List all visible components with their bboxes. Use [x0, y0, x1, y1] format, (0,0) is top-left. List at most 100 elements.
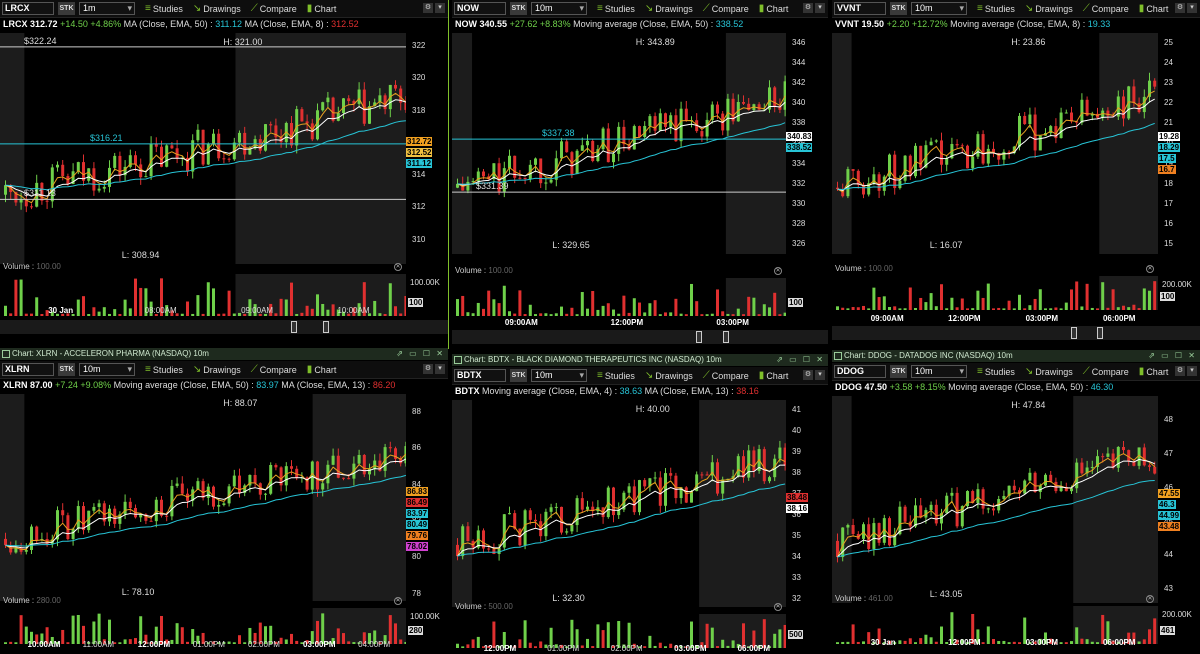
volume-plot[interactable]	[452, 614, 786, 648]
volume-plot[interactable]	[452, 278, 786, 316]
price-plot[interactable]: H: 23.86 L: 16.07	[832, 33, 1158, 254]
chart-panel-ddog[interactable]: Chart: DDOG - DATADOG INC (NASDAQ) 10m ⇗ …	[832, 350, 1200, 654]
time-axis[interactable]: 10:00AM 11:00AM 12:00PM 01:00PM 02:00PM 03:00…	[0, 640, 406, 652]
drawings-button[interactable]: ↘ Drawings	[193, 3, 241, 14]
close-volume-icon[interactable]: ✕	[1146, 265, 1154, 273]
close-volume-icon[interactable]: ✕	[774, 603, 782, 611]
symbol-input[interactable]: DDOG	[834, 365, 886, 378]
close-volume-icon[interactable]: ✕	[394, 597, 402, 605]
window-controls-icon[interactable]: ⇗ ▭ ☐ ✕	[776, 354, 825, 366]
studies-button[interactable]: ≡ Studies	[597, 370, 635, 381]
studies-button[interactable]: ≡ Studies	[977, 366, 1015, 377]
settings-icon[interactable]: ⚙	[1175, 366, 1185, 376]
price-plot[interactable]: H: 88.07 L: 78.10	[0, 394, 406, 601]
price-axis[interactable]: 346344342340338336334332330328326340.833…	[786, 33, 828, 254]
interval-select[interactable]: 10m	[911, 365, 967, 378]
interval-select[interactable]: 10m	[79, 363, 135, 376]
time-scrollbar[interactable]	[452, 330, 828, 344]
scroll-handle-right[interactable]	[322, 321, 329, 333]
menu-dropdown-icon[interactable]: ▾	[435, 364, 445, 374]
price-axis[interactable]: 4140393837363534333238.4838.16	[786, 400, 828, 607]
symbol-input[interactable]: XLRN	[2, 363, 54, 376]
price-plot[interactable]: H: 40.00 L: 32.30	[452, 400, 786, 607]
volume-plot[interactable]	[0, 608, 406, 644]
scroll-handle-left[interactable]	[291, 321, 298, 333]
scroll-handle-left[interactable]	[1071, 327, 1078, 339]
chart-type-button[interactable]: ▮ Chart	[1139, 3, 1169, 14]
symbol-input[interactable]: BDTX	[454, 369, 506, 382]
price-axis[interactable]: 322320318316314312310312.72312.52311.12	[406, 33, 448, 264]
menu-dropdown-icon[interactable]: ▾	[435, 3, 445, 13]
compare-button[interactable]: ⟋ Compare	[251, 3, 297, 14]
symbol-input[interactable]: LRCX	[2, 2, 54, 15]
drawings-button[interactable]: ↘ Drawings	[193, 364, 241, 375]
price-axis[interactable]: 48 47 46 45 44 43 47.55 46.3 44.99 43.48	[1158, 396, 1200, 603]
close-volume-icon[interactable]: ✕	[774, 267, 782, 275]
interval-select[interactable]: 1m	[79, 2, 135, 15]
menu-dropdown-icon[interactable]: ▾	[815, 3, 825, 13]
compare-button[interactable]: ⟋ Compare	[703, 3, 749, 14]
price-level-label[interactable]: $337.38	[542, 128, 575, 138]
volume-plot[interactable]	[832, 276, 1158, 310]
price-plot[interactable]: $322.24 $316.21 $311.13 H: 321.00 L: 308.94	[0, 33, 406, 264]
chart-type-button[interactable]: ▮ Chart	[759, 370, 789, 381]
drawings-button[interactable]: ↘ Drawings	[645, 3, 693, 14]
window-controls-icon[interactable]: ⇗ ▭ ☐ ✕	[1148, 350, 1197, 362]
window-title-bar[interactable]: Chart: BDTX - BLACK DIAMOND THERAPEUTICS…	[452, 354, 828, 366]
time-axis[interactable]: 12:00PM 01:00PM 02:00PM 03:00PM 06:00PM	[452, 644, 786, 654]
chart-panel-bdtx[interactable]: Chart: BDTX - BLACK DIAMOND THERAPEUTICS…	[452, 354, 828, 654]
security-type-badge[interactable]: STK	[58, 363, 75, 376]
compare-button[interactable]: ⟋ Compare	[1083, 3, 1129, 14]
studies-button[interactable]: ≡ Studies	[597, 3, 635, 14]
time-axis[interactable]: 30 Jan 08:00AM 09:00AM 10:00AM	[0, 306, 406, 318]
compare-button[interactable]: ⟋ Compare	[251, 364, 297, 375]
price-axis[interactable]: 88868482807886.8386.4983.9780.4979.7678.…	[406, 394, 448, 601]
drawings-button[interactable]: ↘ Drawings	[1025, 366, 1073, 377]
security-type-badge[interactable]: STK	[510, 2, 527, 15]
compare-button[interactable]: ⟋ Compare	[1083, 366, 1129, 377]
symbol-input[interactable]: NOW	[454, 2, 506, 15]
chart-panel-vvnt[interactable]: VVNT STK 10m ≡Studies ↘Drawings ⟋Compare ▮Char…	[832, 0, 1200, 348]
price-plot[interactable]: $337.38 $331.39 H: 343.89 L: 329.65	[452, 33, 786, 254]
window-title-bar[interactable]: Chart: XLRN - ACCELERON PHARMA (NASDAQ) …	[0, 348, 448, 360]
price-level-label[interactable]: $316.21	[90, 133, 123, 143]
scroll-handle-left[interactable]	[696, 331, 703, 343]
settings-icon[interactable]: ⚙	[423, 364, 433, 374]
window-title-bar[interactable]: Chart: DDOG - DATADOG INC (NASDAQ) 10m ⇗ …	[832, 350, 1200, 362]
studies-button[interactable]: ≡ Studies	[145, 364, 183, 375]
price-level-label[interactable]: $322.24	[24, 36, 57, 46]
window-controls-icon[interactable]: ⇗ ▭ ☐ ✕	[396, 348, 445, 360]
interval-select[interactable]: 10m	[911, 2, 967, 15]
interval-select[interactable]: 10m	[531, 369, 587, 382]
chart-type-button[interactable]: ▮ Chart	[759, 3, 789, 14]
chart-panel-lrcx[interactable]: LRCX STK 1m ≡Studies ↘Drawings ⟋Compare ▮Chart…	[0, 0, 449, 349]
compare-button[interactable]: ⟋ Compare	[703, 370, 749, 381]
security-type-badge[interactable]: STK	[890, 2, 907, 15]
drawings-button[interactable]: ↘ Drawings	[645, 370, 693, 381]
studies-button[interactable]: ≡ Studies	[977, 3, 1015, 14]
price-plot[interactable]: H: 47.84 L: 43.05	[832, 396, 1158, 603]
menu-dropdown-icon[interactable]: ▾	[1187, 366, 1197, 376]
price-level-label[interactable]: $331.39	[476, 181, 509, 191]
settings-icon[interactable]: ⚙	[423, 3, 433, 13]
scroll-handle-right[interactable]	[722, 331, 729, 343]
chart-panel-now[interactable]: NOW STK 10m ≡Studies ↘Drawings ⟋Compare ▮Chart…	[452, 0, 828, 352]
price-axis[interactable]: 252423222120191817161519.2818.2917.516.7	[1158, 33, 1200, 254]
symbol-input[interactable]: VVNT	[834, 2, 886, 15]
settings-icon[interactable]: ⚙	[1175, 3, 1185, 13]
scroll-handle-right[interactable]	[1096, 327, 1103, 339]
studies-button[interactable]: ≡ Studies	[145, 3, 183, 14]
time-axis[interactable]: 09:00AM 12:00PM 03:00PM 06:00PM	[832, 314, 1158, 326]
chart-type-button[interactable]: ▮ Chart	[307, 364, 337, 375]
close-volume-icon[interactable]: ✕	[394, 263, 402, 271]
settings-icon[interactable]: ⚙	[803, 3, 813, 13]
security-type-badge[interactable]: STK	[510, 369, 527, 382]
chart-panel-xlrn[interactable]: Chart: XLRN - ACCELERON PHARMA (NASDAQ) …	[0, 348, 448, 654]
time-scrollbar[interactable]	[0, 320, 448, 334]
time-axis[interactable]: 30 Jan 12:00PM 03:00PM 06:00PM	[832, 638, 1158, 650]
chart-type-button[interactable]: ▮ Chart	[1139, 366, 1169, 377]
menu-dropdown-icon[interactable]: ▾	[815, 370, 825, 380]
close-volume-icon[interactable]: ✕	[1146, 595, 1154, 603]
settings-icon[interactable]: ⚙	[803, 370, 813, 380]
drawings-button[interactable]: ↘ Drawings	[1025, 3, 1073, 14]
